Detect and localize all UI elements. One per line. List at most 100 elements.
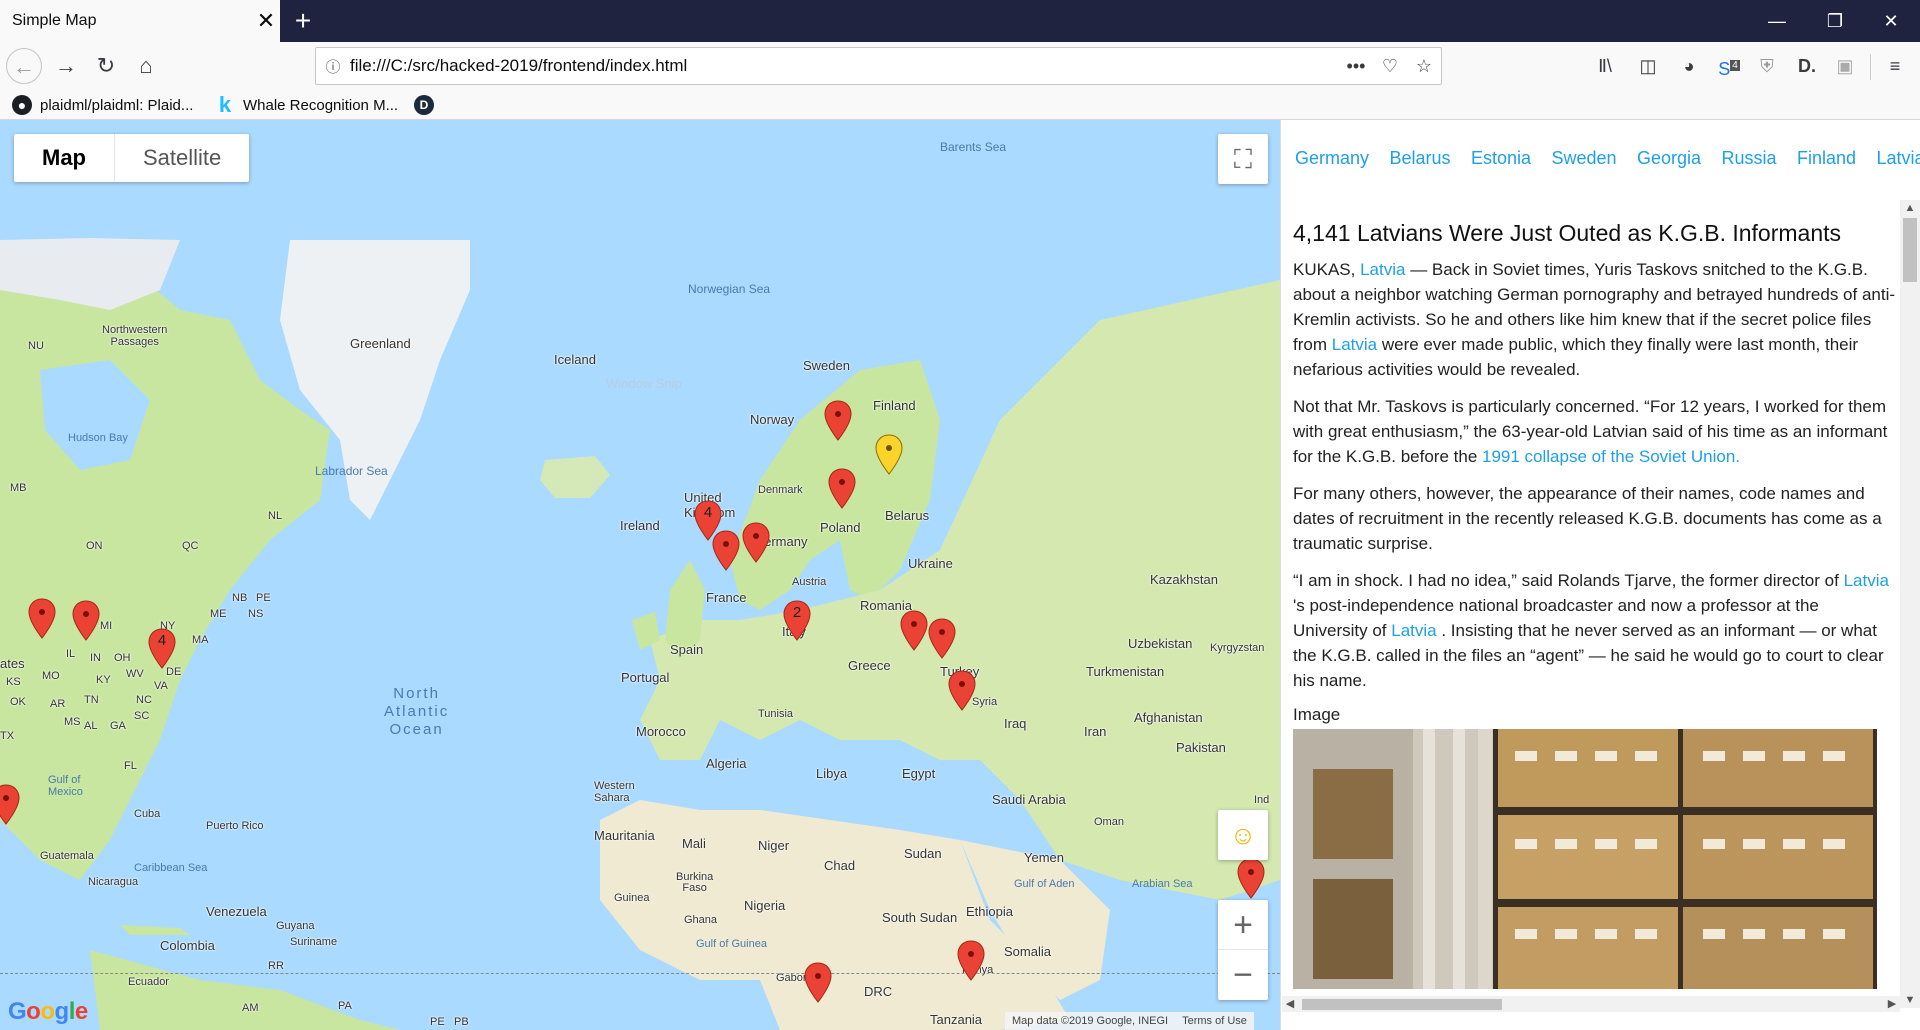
google-logo-letter: e — [74, 998, 88, 1025]
text-span: “I am in shock. I had no idea,” said Rol… — [1293, 571, 1844, 590]
country-link-latvia[interactable]: Latvia — [1876, 148, 1920, 168]
d-icon: D — [414, 95, 434, 115]
google-logo-letter: G — [8, 998, 27, 1025]
map-marker-red[interactable] — [712, 530, 740, 572]
github-icon: ● — [12, 95, 32, 115]
scroll-right-icon[interactable]: ▶ — [1884, 996, 1900, 1012]
scrollbar-thumb[interactable] — [1903, 218, 1917, 282]
bookmark-label: plaidml/plaidml: Plaid... — [40, 96, 194, 114]
latvia-link[interactable]: Latvia — [1844, 571, 1889, 590]
close-tab-icon[interactable]: ✕ — [252, 8, 280, 34]
country-links: Germany Belarus Estonia Sweden Georgia R… — [1295, 148, 1920, 169]
extension-dark-icon[interactable]: ◕ — [1674, 52, 1704, 80]
close-window-icon[interactable]: ✕ — [1862, 0, 1920, 42]
map-marker-red[interactable] — [742, 522, 770, 564]
image-caption: Image — [1293, 705, 1341, 724]
google-logo-letter: g — [54, 998, 70, 1025]
latvia-link[interactable]: Latvia — [1360, 260, 1405, 279]
library-icon[interactable]: Ⅱ\ — [1590, 52, 1620, 80]
menu-icon[interactable]: ≡ — [1880, 52, 1910, 80]
map-marker-red[interactable] — [828, 468, 856, 510]
google-logo[interactable]: Google — [8, 998, 88, 1026]
text-span: were ever made public, which they finall… — [1293, 335, 1859, 379]
reload-icon[interactable]: ↻ — [88, 48, 124, 84]
bookmark-plaidml[interactable]: ● plaidml/plaidml: Plaid... — [12, 94, 193, 116]
map-marker-red[interactable] — [28, 598, 56, 640]
country-link-finland[interactable]: Finland — [1797, 148, 1856, 168]
map-type-satellite-button[interactable]: Satellite — [115, 134, 249, 182]
pegman-icon[interactable]: ☺ — [1218, 810, 1268, 860]
article-image — [1293, 729, 1877, 989]
map-marker-red[interactable] — [824, 400, 852, 442]
text-span: KUKAS, — [1293, 260, 1361, 279]
bookmark-d[interactable]: D — [414, 94, 442, 116]
fullscreen-icon[interactable]: ⛶ — [1218, 134, 1268, 184]
scroll-down-icon[interactable]: ▼ — [1900, 992, 1920, 1008]
browser-tab[interactable]: Simple Map ✕ — [0, 0, 280, 42]
extension-s-icon[interactable]: S4 — [1714, 52, 1744, 80]
pocket-icon[interactable]: ♡ — [1373, 56, 1407, 77]
country-link-russia[interactable]: Russia — [1721, 148, 1776, 168]
map-marker-red[interactable] — [928, 618, 956, 660]
cluster-count: 4 — [703, 504, 713, 521]
country-link-sweden[interactable]: Sweden — [1551, 148, 1616, 168]
new-tab-button[interactable]: + — [286, 4, 320, 38]
shield-icon[interactable]: ⛨ — [1752, 52, 1782, 80]
extension-badge: 4 — [1730, 60, 1740, 71]
latvia-link[interactable]: Latvia — [1391, 621, 1436, 640]
extension-d-icon[interactable]: D. — [1792, 52, 1822, 80]
latvia-link[interactable]: Latvia — [1332, 335, 1377, 354]
country-link-georgia[interactable]: Georgia — [1637, 148, 1701, 168]
toolbar-divider — [1870, 54, 1871, 80]
google-logo-letter: o — [40, 998, 55, 1025]
minimize-icon[interactable]: — — [1748, 0, 1806, 42]
map-marker-yellow[interactable] — [875, 434, 903, 476]
archive-shelves-image — [1293, 729, 1877, 989]
bookmark-star-icon[interactable]: ☆ — [1407, 56, 1441, 77]
url-text[interactable]: file:///C:/src/hacked-2019/frontend/inde… — [350, 56, 1339, 76]
scroll-left-icon[interactable]: ◀ — [1282, 996, 1298, 1012]
map-marker-red[interactable] — [0, 784, 20, 826]
forward-arrow-icon[interactable]: → — [48, 48, 84, 84]
back-arrow-icon[interactable]: ← — [6, 48, 42, 84]
bookmark-whale[interactable]: k Whale Recognition M... — [215, 94, 398, 116]
article-paragraph: Not that Mr. Taskovs is particularly con… — [1293, 394, 1895, 469]
map-marker-cluster[interactable]: 4 — [148, 628, 176, 670]
bookmark-label: Whale Recognition M... — [243, 96, 399, 114]
sidebar-icon[interactable]: ◫ — [1633, 52, 1663, 80]
soviet-collapse-link[interactable]: 1991 collapse of the Soviet Union. — [1482, 447, 1740, 466]
zoom-in-button[interactable]: + — [1218, 900, 1268, 950]
country-link-belarus[interactable]: Belarus — [1389, 148, 1450, 168]
terms-link[interactable]: Terms of Use — [1175, 1015, 1254, 1027]
tab-title: Simple Map — [12, 12, 97, 29]
navigation-toolbar: ← → ↻ ⌂ ⓘ file:///C:/src/hacked-2019/fro… — [0, 42, 1920, 90]
map-marker-red[interactable] — [1237, 858, 1265, 900]
map-marker-red[interactable] — [948, 670, 976, 712]
horizontal-scrollbar[interactable]: ◀ ▶ — [1282, 996, 1900, 1012]
map-view[interactable]: Barents Sea Norwegian Sea Greenland Icel… — [0, 120, 1280, 1030]
equator-line — [0, 973, 1280, 974]
cluster-count: 2 — [792, 604, 802, 621]
country-link-germany[interactable]: Germany — [1295, 148, 1369, 168]
map-marker-red[interactable] — [900, 610, 928, 652]
vertical-scrollbar[interactable]: ▲ ▼ — [1900, 200, 1920, 1008]
country-link-estonia[interactable]: Estonia — [1471, 148, 1531, 168]
map-marker-red[interactable] — [957, 940, 985, 982]
page-actions-icon[interactable]: ••• — [1339, 56, 1373, 77]
scroll-up-icon[interactable]: ▲ — [1900, 200, 1920, 216]
home-icon[interactable]: ⌂ — [128, 48, 164, 84]
map-marker-cluster[interactable]: 2 — [783, 600, 811, 642]
map-type-map-button[interactable]: Map — [14, 134, 115, 182]
site-info-icon[interactable]: ⓘ — [316, 56, 350, 77]
address-bar[interactable]: ⓘ file:///C:/src/hacked-2019/frontend/in… — [315, 47, 1442, 85]
zoom-out-button[interactable]: − — [1218, 950, 1268, 1000]
map-marker-red[interactable] — [72, 600, 100, 642]
article-paragraph: KUKAS, Latvia — Back in Soviet times, Yu… — [1293, 257, 1895, 382]
article-paragraph: “I am in shock. I had no idea,” said Rol… — [1293, 568, 1895, 693]
map-marker-red[interactable] — [804, 962, 832, 1004]
map-attribution: Map data ©2019 Google, INEGI Terms of Us… — [1005, 1012, 1254, 1030]
scrollbar-thumb[interactable] — [1302, 999, 1502, 1010]
restore-icon[interactable]: ❐ — [1806, 0, 1864, 42]
kaggle-icon: k — [218, 92, 232, 117]
extension-grey-icon[interactable]: ▣ — [1830, 52, 1860, 80]
